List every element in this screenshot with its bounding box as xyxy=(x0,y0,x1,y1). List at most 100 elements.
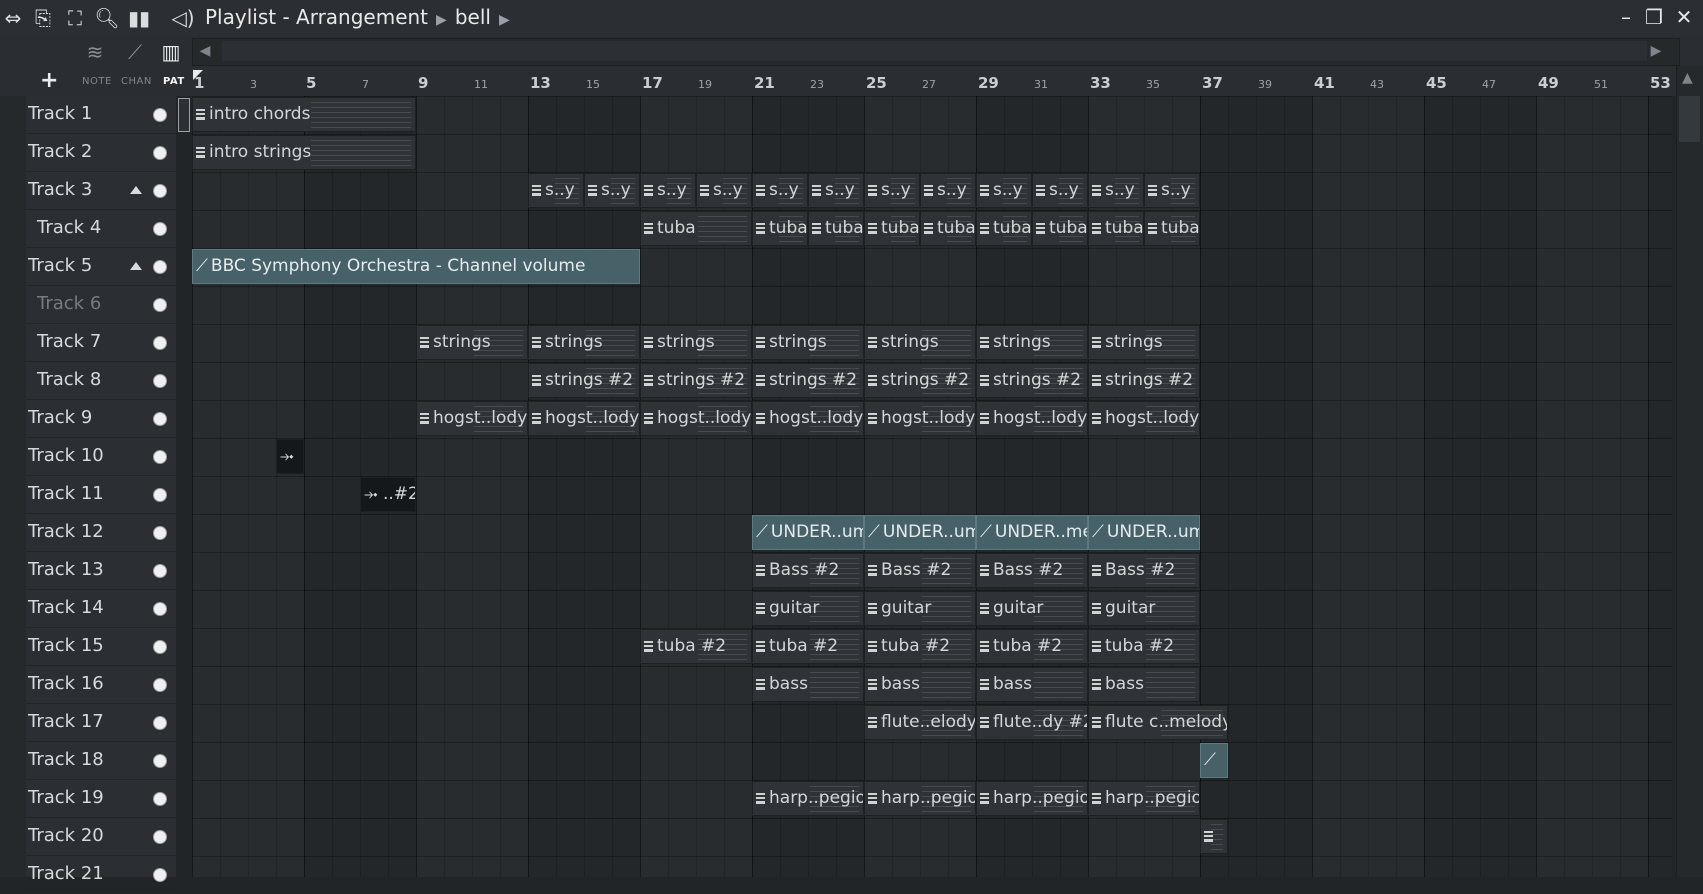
automation-clip[interactable]: ⟋ xyxy=(1200,743,1228,778)
pattern-clip[interactable]: strings xyxy=(752,325,864,360)
ruler-bar-41[interactable]: 41 xyxy=(1314,74,1335,92)
pattern-clip[interactable]: s..y xyxy=(920,173,976,208)
pattern-clip[interactable]: harp..pegio xyxy=(864,781,976,816)
track-enable-toggle[interactable] xyxy=(153,754,167,768)
minimize-button[interactable]: – xyxy=(1613,4,1639,30)
arrows-icon[interactable]: ⇔ xyxy=(0,6,26,30)
track-name[interactable]: Track 12 xyxy=(28,521,104,542)
pattern-clip[interactable]: s..y xyxy=(1144,173,1200,208)
scroll-left-icon[interactable]: ◀ xyxy=(194,40,216,62)
zoom-icon[interactable]: 🔍︎ xyxy=(94,6,120,30)
track-name[interactable]: Track 17 xyxy=(28,711,104,732)
track-row[interactable]: Track 3 xyxy=(26,172,176,210)
track-name[interactable]: Track 5 xyxy=(28,255,92,276)
pattern-clip[interactable] xyxy=(1200,819,1228,854)
restore-button[interactable]: ❐ xyxy=(1641,4,1667,30)
track-name[interactable]: Track 4 xyxy=(37,217,101,238)
track-enable-toggle[interactable] xyxy=(153,146,167,160)
pattern-clip[interactable]: guitar xyxy=(976,591,1088,626)
ruler-bar-11[interactable]: 11 xyxy=(474,78,488,91)
pattern-clip[interactable]: strings xyxy=(416,325,528,360)
pattern-clip[interactable]: strings xyxy=(976,325,1088,360)
playhead-marker-icon[interactable] xyxy=(193,70,203,80)
track-enable-toggle[interactable] xyxy=(153,222,167,236)
waveform-icon[interactable]: ≋ xyxy=(78,40,112,66)
pattern-clip[interactable]: tuba xyxy=(640,211,752,246)
track-row[interactable]: Track 13 xyxy=(26,552,176,590)
chan-mode-label[interactable]: CHAN xyxy=(121,76,152,87)
pattern-clip[interactable]: s..y xyxy=(696,173,752,208)
ruler-bar-5[interactable]: 5 xyxy=(306,74,316,92)
ruler-bar-7[interactable]: 7 xyxy=(362,78,369,91)
pattern-clip[interactable]: hogst..lody xyxy=(976,401,1088,436)
track-row[interactable]: Track 8 xyxy=(26,362,176,400)
automation-clip[interactable]: ⟋UNDER..ume xyxy=(864,515,976,550)
ruler-bar-15[interactable]: 15 xyxy=(586,78,600,91)
track-row[interactable]: Track 21 xyxy=(26,856,176,894)
ruler-bar-29[interactable]: 29 xyxy=(978,74,999,92)
pattern-clip[interactable]: tuba xyxy=(1032,211,1088,246)
pattern-clip[interactable]: strings xyxy=(640,325,752,360)
pattern-clip[interactable]: hogst..lody xyxy=(1088,401,1200,436)
pattern-clip[interactable]: s..y xyxy=(584,173,640,208)
pattern-clip[interactable]: tuba xyxy=(976,211,1032,246)
pattern-clip[interactable]: tuba #2 xyxy=(976,629,1088,664)
pattern-clip[interactable]: strings #2 xyxy=(640,363,752,398)
pattern-clip[interactable]: strings xyxy=(528,325,640,360)
pattern-clip[interactable]: intro strings xyxy=(192,135,416,170)
speaker-icon[interactable]: ◁) xyxy=(170,6,196,30)
track-enable-toggle[interactable] xyxy=(153,374,167,388)
pattern-clip[interactable]: tuba #2 xyxy=(864,629,976,664)
collapse-arrow-icon[interactable] xyxy=(130,262,142,270)
note-mode-label[interactable]: NOTE xyxy=(82,76,112,87)
track-row[interactable]: Track 6 xyxy=(26,286,176,324)
track-enable-toggle[interactable] xyxy=(153,336,167,350)
track-name[interactable]: Track 9 xyxy=(28,407,92,428)
vertical-scroll-thumb[interactable] xyxy=(1679,96,1700,142)
track-row[interactable]: Track 1 xyxy=(26,96,176,134)
track-name[interactable]: Track 3 xyxy=(28,179,92,200)
track-enable-toggle[interactable] xyxy=(153,868,167,882)
pattern-clip[interactable]: flute..dy #2 xyxy=(976,705,1088,740)
track-enable-toggle[interactable] xyxy=(153,488,167,502)
pattern-clip[interactable]: harp..pegio xyxy=(976,781,1088,816)
ruler-bar-49[interactable]: 49 xyxy=(1538,74,1559,92)
track-enable-toggle[interactable] xyxy=(153,412,167,426)
fullscreen-icon[interactable]: ⛶ xyxy=(62,6,88,30)
ruler-bar-53[interactable]: 53 xyxy=(1650,74,1671,92)
track-enable-toggle[interactable] xyxy=(153,260,167,274)
track-name[interactable]: Track 10 xyxy=(28,445,104,466)
pattern-clip[interactable]: strings #2 xyxy=(528,363,640,398)
ruler-bar-17[interactable]: 17 xyxy=(642,74,663,92)
ruler-bar-51[interactable]: 51 xyxy=(1594,78,1608,91)
pattern-clip[interactable]: bass xyxy=(1088,667,1200,702)
track-enable-toggle[interactable] xyxy=(153,602,167,616)
pattern-clip[interactable]: guitar xyxy=(1088,591,1200,626)
track-name[interactable]: Track 15 xyxy=(28,635,104,656)
track-enable-toggle[interactable] xyxy=(153,184,167,198)
automation-clip[interactable]: ⟋ BBC Symphony Orchestra - Channel volume xyxy=(192,249,640,284)
pattern-clip[interactable]: strings #2 xyxy=(1088,363,1200,398)
pattern-clip[interactable]: s..y xyxy=(808,173,864,208)
pattern-clip[interactable]: s..y xyxy=(528,173,584,208)
pattern-clip[interactable]: tuba xyxy=(864,211,920,246)
collapse-arrow-icon[interactable] xyxy=(130,186,142,194)
audio-clip[interactable]: ⤞ ..#2 xyxy=(360,477,416,512)
timeline-ruler[interactable]: 1 5 9 13 17 21 25 29 33 37 41 45 49 53 3 7 11 15 19 23 27 31 3… xyxy=(192,66,1672,96)
pattern-clip[interactable]: guitar xyxy=(752,591,864,626)
pattern-clip[interactable]: s..y xyxy=(1032,173,1088,208)
pattern-clip[interactable]: Bass #2 xyxy=(864,553,976,588)
pattern-clip[interactable]: strings #2 xyxy=(864,363,976,398)
pattern-clip[interactable]: Bass #2 xyxy=(976,553,1088,588)
ruler-bar-45[interactable]: 45 xyxy=(1426,74,1447,92)
track-enable-toggle[interactable] xyxy=(153,526,167,540)
track-name[interactable]: Track 19 xyxy=(28,787,104,808)
track-enable-toggle[interactable] xyxy=(153,678,167,692)
add-track-button[interactable]: + xyxy=(40,68,58,93)
pattern-clip[interactable]: hogst..lody xyxy=(528,401,640,436)
track-row[interactable]: Track 20 xyxy=(26,818,176,856)
track-enable-toggle[interactable] xyxy=(153,830,167,844)
ruler-bar-35[interactable]: 35 xyxy=(1146,78,1160,91)
track-row[interactable]: Track 17 xyxy=(26,704,176,742)
pattern-clip[interactable]: s..y xyxy=(864,173,920,208)
